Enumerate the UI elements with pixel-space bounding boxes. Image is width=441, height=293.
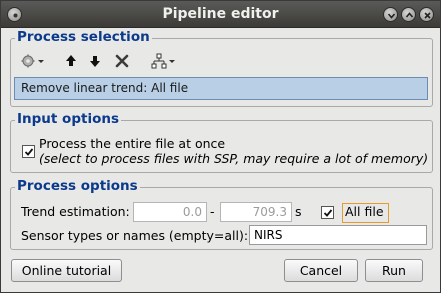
process-selection-title: Process selection xyxy=(15,29,152,45)
tree-icon xyxy=(151,53,175,69)
close-button[interactable] xyxy=(419,7,434,22)
minimize-icon xyxy=(387,13,396,19)
arrow-down-icon xyxy=(90,56,100,67)
close-icon xyxy=(424,12,431,19)
delete-x-icon xyxy=(115,54,129,68)
pipeline-editor-window: Pipeline editor Process selection Remove… xyxy=(0,0,441,293)
entire-file-checkbox[interactable] xyxy=(22,145,35,158)
input-options-title: Input options xyxy=(15,111,122,127)
trend-estimation-label: Trend estimation: xyxy=(21,204,130,219)
process-options-title: Process options xyxy=(15,178,140,194)
arrow-up-icon xyxy=(66,55,76,66)
pipeline-tree-button[interactable] xyxy=(151,53,177,69)
check-icon xyxy=(323,209,333,217)
run-button[interactable]: Run xyxy=(365,259,423,282)
maximize-icon xyxy=(405,12,414,18)
delete-process-button[interactable] xyxy=(115,53,129,69)
all-file-label: All file xyxy=(345,204,384,219)
trend-start-field[interactable]: 0.0 xyxy=(133,202,207,222)
maximize-button[interactable] xyxy=(401,7,416,22)
check-icon xyxy=(24,148,34,156)
process-selection-group: Process selection Remove linear trend: A… xyxy=(10,29,433,107)
move-up-button[interactable] xyxy=(65,53,77,69)
gear-icon xyxy=(21,54,44,68)
entire-file-note: (select to process files with SSP, may r… xyxy=(39,151,429,166)
minimize-button[interactable] xyxy=(383,7,398,22)
process-list-item[interactable]: Remove linear trend: All file xyxy=(14,77,428,100)
time-unit-label: s xyxy=(295,204,302,219)
sensor-types-label: Sensor types or names (empty=all): xyxy=(21,228,249,243)
input-options-group: Input options Process the entire file at… xyxy=(10,111,433,173)
add-process-button[interactable] xyxy=(21,53,47,69)
title-bar: Pipeline editor xyxy=(1,1,440,28)
window-title: Pipeline editor xyxy=(162,6,279,22)
online-tutorial-button[interactable]: Online tutorial xyxy=(11,259,122,282)
sensor-types-field[interactable]: NIRS xyxy=(249,225,427,245)
all-file-checkbox[interactable] xyxy=(321,206,334,219)
entire-file-label: Process the entire file at once xyxy=(39,136,226,151)
process-options-group: Process options Trend estimation: 0.0 - … xyxy=(10,178,433,250)
trend-end-field[interactable]: 709.3 xyxy=(220,202,292,222)
chevron-down-icon xyxy=(169,60,175,63)
cancel-button[interactable]: Cancel xyxy=(284,259,358,282)
chevron-down-icon xyxy=(38,60,44,63)
move-down-button[interactable] xyxy=(89,53,101,69)
range-dash: - xyxy=(210,204,215,219)
